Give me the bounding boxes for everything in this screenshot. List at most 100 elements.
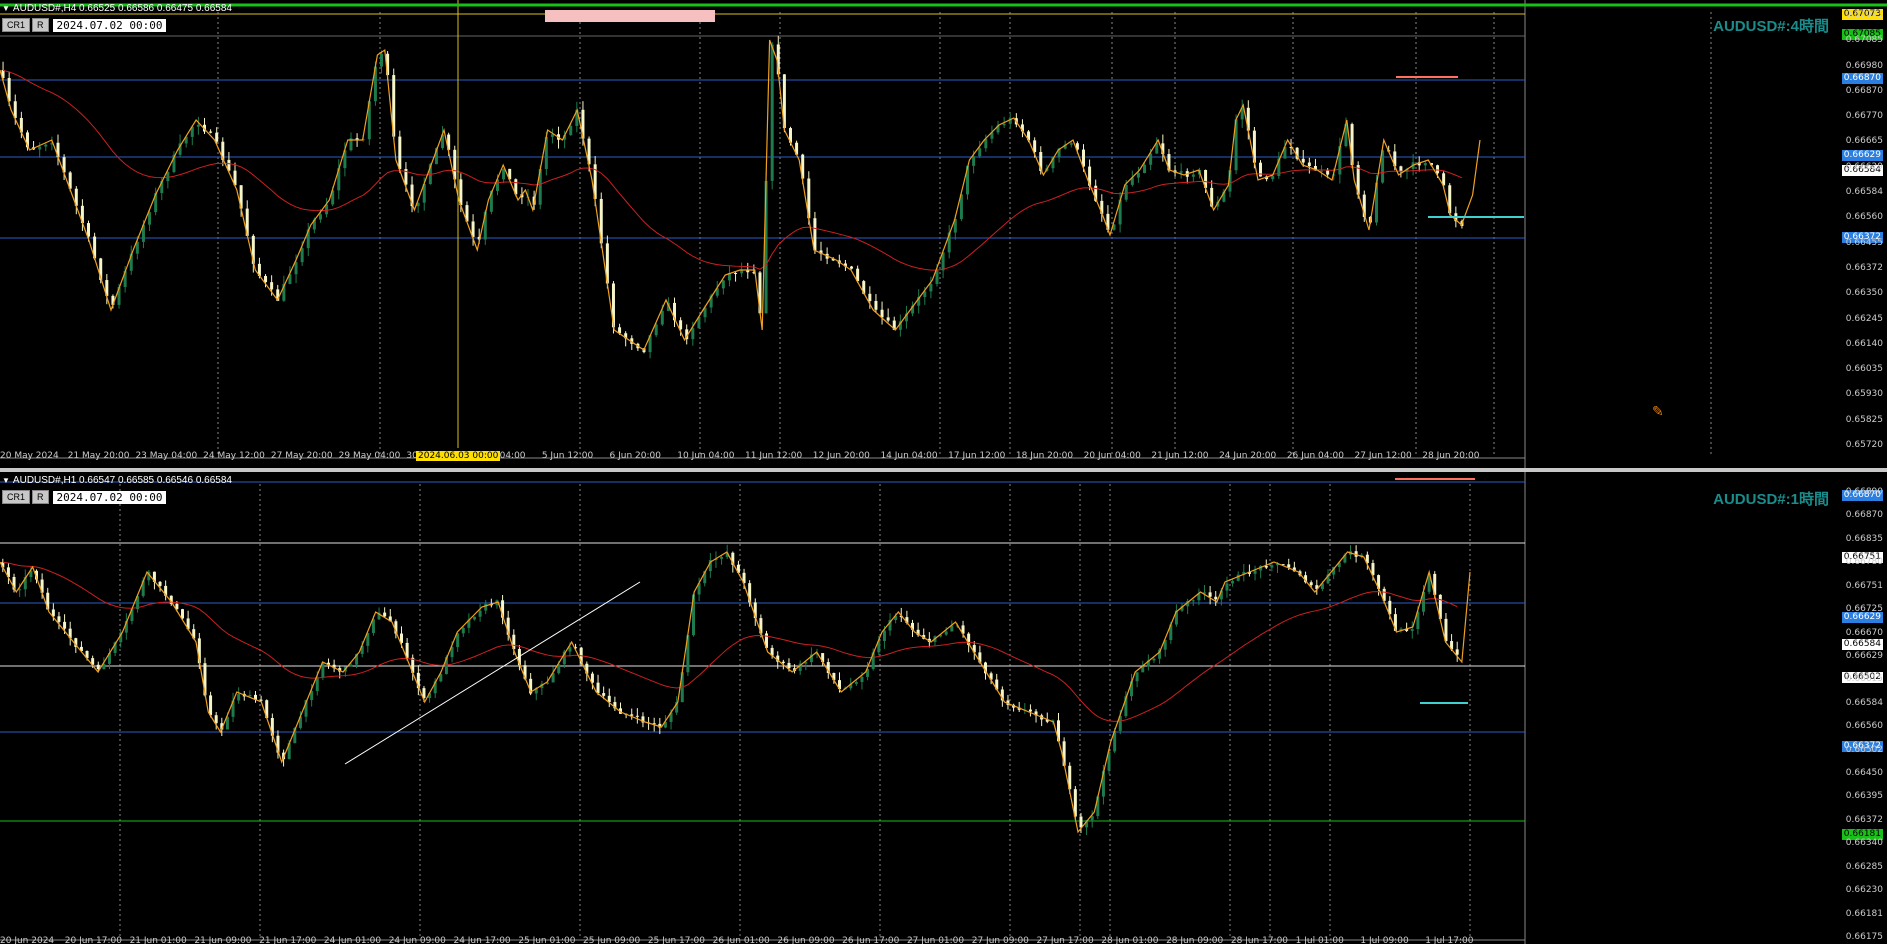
price-axis-label: 0.66870 [1845,85,1883,96]
candle-body [1191,600,1195,602]
candle-body [383,612,387,617]
candle-body [1002,123,1006,126]
candle-body [57,616,61,622]
time-axis-label: 24 May 12:00 [203,451,265,461]
price-axis-label: 0.66340 [1845,838,1883,849]
chart-buttons-h4: CR1 R 2024.07.02 00:00 [2,18,167,32]
candle-body [315,677,319,692]
chart-title-h1: AUDUSD#:1時間 [1713,491,1829,508]
candle-body [944,631,948,635]
candle-body [935,270,939,284]
candle-body [294,262,298,275]
candle-body [1149,153,1153,165]
price-axis-label: 0.65825 [1845,414,1883,425]
candle-body [1436,165,1440,174]
candle-body [1320,170,1324,172]
price-axis-label: 0.66980 [1845,60,1883,71]
cr1-button[interactable]: CR1 [2,18,31,32]
zigzag-line [0,551,1471,834]
pencil-cross-icon[interactable]: ✎ [1652,403,1664,420]
price-axis-label: 0.66245 [1845,313,1883,324]
time-axis-label: 28 Jun 20:00 [1422,451,1480,461]
datetime-box[interactable]: 2024.07.02 00:00 [52,18,167,32]
candle-body [44,144,48,147]
candle-body [461,627,465,634]
candle-body [1455,649,1459,655]
candle-body [1225,583,1229,591]
candle-body [1214,596,1218,600]
candle-body [1410,629,1414,631]
collapse-triangle-icon[interactable]: ▼ [2,476,10,485]
price-axis-label: 0.66584 [1845,697,1883,708]
datetime-box[interactable]: 2024.07.02 00:00 [52,490,167,504]
candle-body [214,715,218,724]
candle-body [569,125,573,136]
price-axis-label: 0.66780 [1845,557,1883,568]
chart-canvas-h1[interactable] [0,472,1887,950]
candle-body [734,273,738,275]
chart-title-h4: AUDUSD#:4時間 [1713,18,1829,35]
price-axis-label: 0.66725 [1845,604,1883,615]
candle-body [237,693,241,701]
time-axis-label: 26 Jun 04:00 [1286,451,1344,461]
cr1-button[interactable]: CR1 [2,490,31,504]
symbol-header-h1: ▼ AUDUSD#,H1 0.66547 0.66585 0.66546 0.66… [2,475,232,486]
candle-body [1033,140,1037,153]
time-axis-label: 20 Jun 04:00 [1083,451,1141,461]
price-axis-label: 0.66372 [1845,814,1883,825]
price-axis-label: 0.66175 [1845,932,1883,942]
time-axis-label: 18 Jun 20:00 [1015,451,1074,461]
r-button[interactable]: R [32,490,49,504]
price-axis-label: 0.66629 [1845,161,1883,172]
zigzag-line [0,39,1481,351]
candle-body [882,630,886,642]
time-axis-label: 23 May 04:00 [135,451,198,461]
chart-canvas-h4[interactable] [0,0,1887,468]
candle-body [874,300,878,310]
chart-buttons-h1: CR1 R 2024.07.02 00:00 [2,490,167,504]
candle-body [596,682,600,694]
candle-body [166,171,170,182]
time-axis-label: 21 May 20:00 [67,451,130,461]
price-axis-label: 0.66560 [1845,721,1883,732]
candle-body [349,664,353,667]
chart-pane-h4[interactable]: ▼ AUDUSD#,H4 0.66525 0.66586 0.66475 0.66… [0,0,1887,468]
candle-body [1309,582,1313,586]
collapse-triangle-icon[interactable]: ▼ [2,4,10,13]
time-axis-label: 6 Jun 20:00 [609,451,661,461]
candle-body [860,676,864,683]
candle-body [87,223,91,237]
candle-body [1271,176,1275,180]
r-button[interactable]: R [32,18,49,32]
price-axis-label: 0.66584 [1845,187,1883,198]
price-axis-label: 0.66285 [1845,861,1883,872]
price-axis-label: 0.66140 [1845,338,1883,349]
price-tag: 0.66870 [1841,73,1883,84]
time-axis-label: 10 Jun 04:00 [677,451,735,461]
chart-tabs-bar[interactable] [0,944,1887,950]
candle-body [181,609,184,619]
candle-body [63,621,67,629]
chart-pane-h1[interactable]: ▼ AUDUSD#,H1 0.66547 0.66585 0.66546 0.66… [0,472,1887,950]
price-axis-label: 0.67073 [1845,10,1883,20]
price-axis-label: 0.67085 [1845,35,1883,46]
ohlc-readout: AUDUSD#,H1 0.66547 0.66585 0.66546 0.665… [12,475,232,486]
price-axis-label: 0.66395 [1845,791,1883,802]
cursor-time-tag: 2024.06.03 00:00 [416,451,501,461]
candle-body [886,317,890,321]
candle-body [398,136,402,170]
time-axis-label: 14 Jun 04:00 [880,451,938,461]
time-axis-label: 5 Jun 12:00 [541,451,594,461]
candle-body [1231,580,1235,584]
ohlc-readout: AUDUSD#,H4 0.66525 0.66586 0.66475 0.665… [12,3,232,14]
price-axis-label: 0.66455 [1845,237,1883,248]
candle-body [1069,143,1073,145]
candle-body [1141,666,1145,673]
candle-body [38,146,42,150]
price-axis-label: 0.66230 [1845,885,1883,896]
trend-line [344,581,641,765]
candle-body [1135,672,1139,682]
candle-body [1307,162,1311,167]
candle-body [1179,171,1183,173]
candle-body [209,131,213,133]
